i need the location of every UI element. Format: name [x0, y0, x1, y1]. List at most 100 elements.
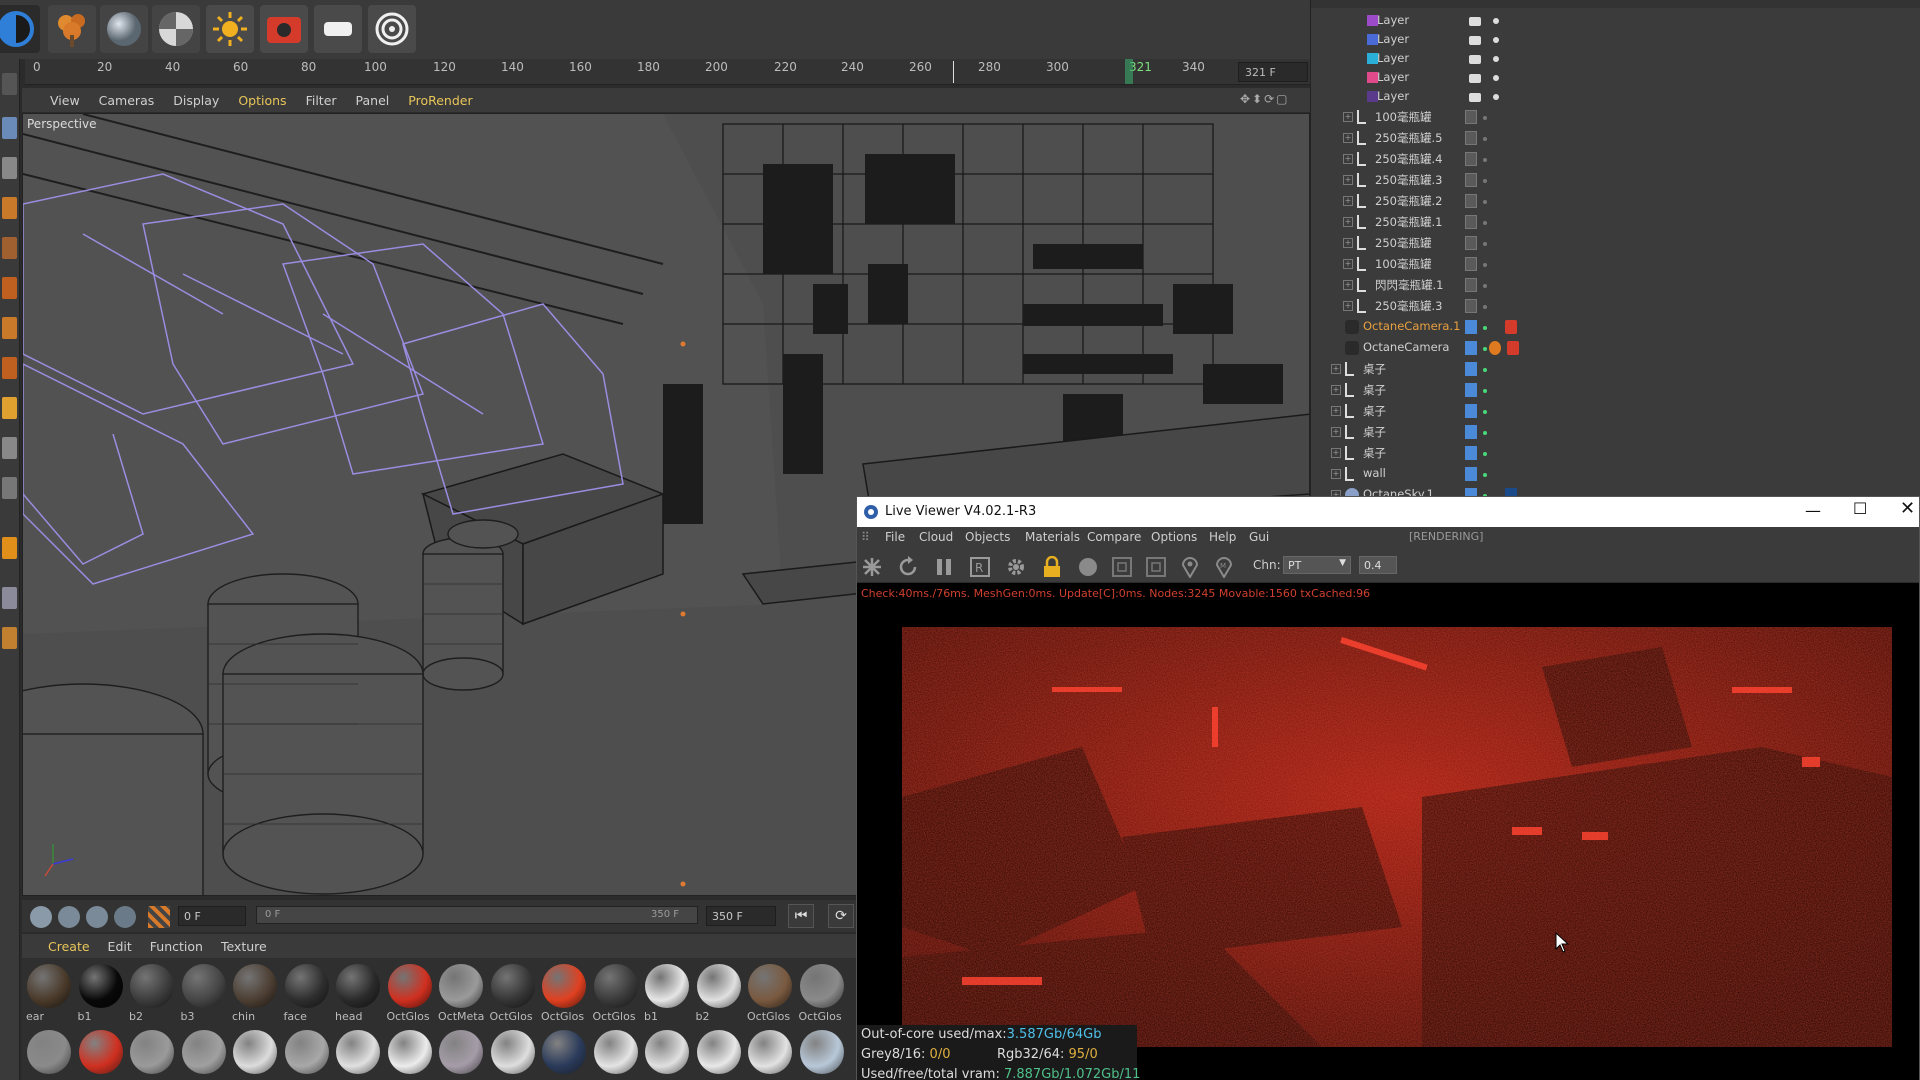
object-row[interactable]: + 閃閃毫瓶罐.1	[1311, 275, 1920, 296]
material-swatch[interactable]	[436, 1028, 486, 1080]
material-swatch[interactable]: chin	[230, 962, 280, 1026]
material-swatch[interactable]: b3	[179, 962, 229, 1026]
object-row[interactable]: +250毫瓶罐.1	[1311, 212, 1920, 233]
viewport-nav-icons[interactable]: ✥⬍⟳▢	[1240, 92, 1300, 106]
layer-tag-icon[interactable]	[1465, 467, 1477, 481]
layer-tag-icon[interactable]	[1465, 152, 1477, 166]
material-swatch[interactable]	[488, 1028, 538, 1080]
lv-menu-materials[interactable]: Materials	[1025, 530, 1080, 544]
menu-options[interactable]: Options	[238, 93, 286, 108]
pick-material-icon[interactable]: M	[1213, 556, 1235, 578]
timeline-ruler[interactable]: 0 20 40 60 80 100 120 140 160 180 200 22…	[25, 59, 1310, 85]
tool-icon[interactable]	[2, 73, 17, 95]
pick-focus-icon[interactable]	[1179, 556, 1201, 578]
expand-toggle-icon[interactable]: +	[1331, 448, 1341, 458]
go-to-start-button[interactable]: ⏮	[788, 904, 814, 928]
expand-toggle-icon[interactable]: +	[1343, 280, 1353, 290]
expand-toggle-icon[interactable]: +	[1331, 427, 1341, 437]
material-swatch[interactable]	[333, 1028, 383, 1080]
visibility-dot-icon[interactable]	[1483, 221, 1487, 225]
layer-tag-icon[interactable]	[1465, 320, 1477, 334]
menu-filter[interactable]: Filter	[306, 93, 337, 108]
tool-icon[interactable]	[2, 237, 17, 259]
render-output-image[interactable]	[902, 627, 1892, 1047]
expand-toggle-icon[interactable]: +	[1343, 112, 1353, 122]
object-row[interactable]: + wall	[1311, 464, 1920, 485]
lv-menu-cloud[interactable]: Cloud	[919, 530, 953, 544]
material-sphere-icon[interactable]	[1077, 556, 1099, 578]
send-scene-icon[interactable]	[861, 556, 883, 578]
target-button[interactable]	[368, 5, 416, 53]
lock-icon[interactable]	[1041, 556, 1063, 578]
lv-menu-help[interactable]: Help	[1209, 530, 1236, 544]
material-swatch[interactable]: OctGlos	[539, 962, 589, 1026]
octane-camera-tag-icon[interactable]	[1507, 341, 1519, 355]
visibility-dot-icon[interactable]	[1483, 431, 1487, 435]
layer-tag-icon[interactable]	[1465, 383, 1477, 397]
layer-tag-icon[interactable]	[1465, 131, 1477, 145]
expand-toggle-icon[interactable]: +	[1343, 259, 1353, 269]
layer-tag-icon[interactable]	[1465, 257, 1477, 271]
material-swatch[interactable]	[694, 1028, 744, 1080]
layer-tag-icon[interactable]	[1465, 215, 1477, 229]
tool-icon[interactable]	[2, 587, 17, 609]
expand-toggle-icon[interactable]: +	[1343, 301, 1353, 311]
object-row[interactable]: Layer	[1311, 87, 1920, 108]
expand-toggle-icon[interactable]: +	[1343, 154, 1353, 164]
expand-toggle-icon[interactable]: +	[1343, 175, 1353, 185]
object-row[interactable]: +250毫瓶罐.3	[1311, 296, 1920, 317]
object-row[interactable]: +100毫瓶罐	[1311, 107, 1920, 128]
sun-light-button[interactable]	[206, 5, 254, 53]
material-swatch[interactable]: head	[333, 962, 383, 1026]
tool-icon[interactable]	[2, 437, 17, 459]
visibility-dot-icon[interactable]	[1483, 284, 1487, 288]
lv-menu-gui[interactable]: Gui	[1249, 530, 1269, 544]
menu-create[interactable]: Create	[48, 939, 90, 954]
material-swatch[interactable]: b2	[127, 962, 177, 1026]
visibility-dot-icon[interactable]	[1483, 473, 1487, 477]
object-row[interactable]: Layer	[1311, 30, 1920, 51]
layer-tag-icon[interactable]	[1465, 236, 1477, 250]
menu-function[interactable]: Function	[150, 939, 203, 954]
keyframe-sphere-icon[interactable]	[114, 906, 136, 928]
visibility-dot-icon[interactable]	[1483, 116, 1487, 120]
tool-icon[interactable]	[2, 157, 17, 179]
solo-icon[interactable]	[1493, 37, 1499, 43]
menu-texture[interactable]: Texture	[221, 939, 267, 954]
layer-tag-icon[interactable]	[1465, 425, 1477, 439]
expand-toggle-icon[interactable]: +	[1343, 238, 1353, 248]
visibility-eye-icon[interactable]	[1469, 55, 1481, 64]
tool-icon[interactable]	[2, 317, 17, 339]
material-swatch[interactable]	[179, 1028, 229, 1080]
visibility-dot-icon[interactable]	[1483, 305, 1487, 309]
channel-select[interactable]: PT ▼	[1283, 556, 1351, 574]
visibility-dot-icon[interactable]	[1483, 347, 1487, 351]
visibility-dot-icon[interactable]	[1483, 200, 1487, 204]
tool-icon[interactable]	[2, 117, 17, 139]
render-camera-button[interactable]	[260, 5, 308, 53]
keyframe-sphere-icon[interactable]	[30, 906, 52, 928]
sphere-button[interactable]	[100, 5, 148, 53]
keyframe-grid-icon[interactable]	[148, 906, 170, 928]
material-swatch[interactable]	[642, 1028, 692, 1080]
expand-toggle-icon[interactable]: +	[1331, 385, 1341, 395]
material-swatch[interactable]: OctGlos	[745, 962, 795, 1026]
solo-icon[interactable]	[1493, 18, 1499, 24]
visibility-dot-icon[interactable]	[1483, 179, 1487, 183]
menu-view[interactable]: View	[50, 93, 80, 108]
lv-menu-file[interactable]: File	[885, 530, 905, 544]
visibility-dot-icon[interactable]	[1483, 452, 1487, 456]
object-row[interactable]: + 桌子	[1311, 422, 1920, 443]
material-swatch[interactable]	[230, 1028, 280, 1080]
start-frame-field[interactable]: 0 F	[178, 906, 246, 926]
visibility-eye-icon[interactable]	[1469, 93, 1481, 102]
tool-icon[interactable]	[2, 357, 17, 379]
end-frame-field[interactable]: 350 F	[706, 906, 776, 926]
visibility-dot-icon[interactable]	[1483, 389, 1487, 393]
timeline-playhead[interactable]	[1125, 59, 1133, 84]
material-swatch[interactable]: OctGlos	[488, 962, 538, 1026]
solo-icon[interactable]	[1493, 56, 1499, 62]
object-row[interactable]: Layer	[1311, 11, 1920, 32]
menu-prorender[interactable]: ProRender	[408, 93, 472, 108]
solo-icon[interactable]	[1493, 75, 1499, 81]
